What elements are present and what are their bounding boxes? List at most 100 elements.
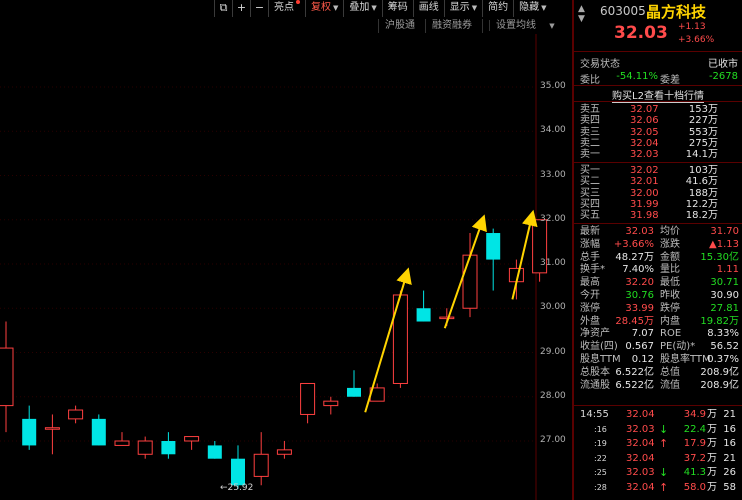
- ask-row[interactable]: 卖三 32.05 553 万: [574, 127, 742, 138]
- bid-volume: 188: [688, 187, 708, 199]
- stat-label: 总值: [660, 366, 680, 378]
- tick-time: :22: [594, 453, 607, 463]
- trade-status-value: 已收市: [708, 59, 738, 70]
- volume-unit: 万: [708, 198, 718, 210]
- candle-body: [253, 453, 269, 477]
- toolbar-display-button[interactable]: 显示 ▼: [443, 0, 482, 17]
- ask-row[interactable]: 卖二 32.04 275 万: [574, 138, 742, 149]
- tick-time: :25: [594, 468, 607, 477]
- bid-row[interactable]: 买二 32.01 41.6 万: [574, 176, 742, 187]
- toolbar-hide-label: 隐藏: [519, 2, 540, 13]
- next-stock-icon[interactable]: ▼: [578, 14, 585, 24]
- bid-row[interactable]: 买五 31.98 18.2 万: [574, 210, 742, 221]
- ask-row[interactable]: 卖四 32.06 227 万: [574, 115, 742, 126]
- stat-row: 股息TTM 0.12 股息率TTM 0.37%: [574, 354, 742, 367]
- stat-value: 8.33%: [707, 328, 739, 340]
- candle[interactable]: [114, 432, 130, 446]
- margin-trading-link[interactable]: 融资融券: [425, 19, 482, 33]
- toolbar-chips-button[interactable]: 筹码: [381, 0, 413, 17]
- candle[interactable]: [392, 290, 408, 388]
- volume-unit: 万: [708, 165, 718, 176]
- stat-value: 0.12: [631, 354, 654, 365]
- tick-price: 32.03: [626, 423, 655, 435]
- candle[interactable]: [44, 414, 60, 455]
- tick-count: 21: [723, 409, 736, 420]
- candle[interactable]: [347, 370, 361, 397]
- candle[interactable]: [323, 396, 339, 415]
- candle-body: [486, 233, 501, 260]
- toolbar-hide-button[interactable]: 隐藏 ▼: [513, 0, 551, 17]
- copy-icon[interactable]: ⧉: [214, 0, 232, 17]
- candle[interactable]: [22, 405, 37, 450]
- stat-label: 最低: [660, 277, 680, 289]
- candle[interactable]: [486, 228, 501, 291]
- toolbar-adjust-button[interactable]: 复权 ▼: [305, 0, 343, 17]
- bid-volume: 18.2: [685, 210, 708, 222]
- stat-value: 30.76: [625, 290, 654, 301]
- candle[interactable]: [276, 441, 292, 459]
- stat-row: 收益(四) 0.567 PE(动)* 56.52: [574, 341, 742, 354]
- bid-level-label: 买一: [580, 165, 600, 176]
- candle[interactable]: [0, 321, 14, 433]
- candle[interactable]: [416, 290, 431, 322]
- ask-row[interactable]: 卖一 32.03 14.1 万: [574, 149, 742, 160]
- candle[interactable]: [207, 441, 222, 459]
- ask-row[interactable]: 卖五 32.07 153 万: [574, 104, 742, 115]
- bid-volume: 12.2: [685, 198, 708, 210]
- candle[interactable]: [161, 432, 176, 459]
- kline-plot[interactable]: [0, 34, 572, 500]
- volume-unit: 万: [707, 452, 717, 464]
- candle[interactable]: [91, 414, 106, 446]
- candle-body: [68, 409, 84, 420]
- stat-value: 7.07: [631, 328, 654, 340]
- stat-value: 30.90: [710, 290, 739, 301]
- ma-settings-button[interactable]: 设置均线 ▼: [482, 19, 565, 33]
- toolbar-overlay-button[interactable]: 叠加 ▼: [343, 0, 381, 17]
- zoom-in-icon[interactable]: +: [232, 0, 250, 17]
- candle[interactable]: [462, 233, 478, 318]
- candle[interactable]: [68, 405, 84, 424]
- ask-price: 32.07: [630, 104, 659, 115]
- price-tick-label: 31.00: [540, 258, 566, 268]
- tick-time: :28: [594, 482, 607, 492]
- toolbar-chips-label: 筹码: [387, 2, 408, 13]
- candle[interactable]: [532, 219, 548, 282]
- candle[interactable]: [253, 432, 269, 486]
- caret-down-icon: ▼: [333, 4, 339, 12]
- prev-stock-icon[interactable]: ▲: [578, 4, 585, 14]
- l2-upgrade-link[interactable]: 购买L2查看十档行情: [574, 87, 742, 103]
- bid-row[interactable]: 买三 32.00 188 万: [574, 188, 742, 199]
- volume-unit: 万: [707, 467, 717, 478]
- caret-down-icon: ▼: [371, 4, 377, 12]
- toolbar-highlights-button[interactable]: 亮点: [268, 0, 305, 17]
- ask-level-label: 卖四: [580, 115, 600, 127]
- tick-price: 32.04: [626, 438, 655, 449]
- volume-unit: 万: [708, 115, 718, 127]
- zoom-out-icon[interactable]: −: [250, 0, 268, 17]
- tick-price: 32.04: [626, 409, 655, 420]
- annotation-arrow[interactable]: [511, 209, 538, 300]
- tick-row: :22 32.04 37.2 万 21: [574, 452, 742, 467]
- bid-row[interactable]: 买四 31.99 12.2 万: [574, 199, 742, 210]
- quote-pane: ▲ ▼ 603005 晶方科技 32.03 +1.13 +3.66% 交易状态 …: [574, 0, 742, 500]
- caret-down-icon: ▼: [547, 22, 555, 30]
- tick-direction-icon: ↑: [659, 480, 669, 494]
- stat-value: 6.522亿: [615, 366, 654, 378]
- tick-direction-icon: ↑: [659, 437, 669, 450]
- weicha-label: 委差: [660, 75, 680, 86]
- candle[interactable]: [137, 436, 153, 459]
- notification-dot-icon: [296, 0, 300, 4]
- candle[interactable]: [300, 382, 316, 424]
- stat-value: +3.66%: [613, 238, 654, 250]
- tick-count: 26: [723, 467, 736, 478]
- tick-volume: 37.2: [683, 452, 706, 464]
- kline-chart-pane[interactable]: ⧉ + − 亮点 复权 ▼ 叠加 ▼ 筹码 画线 显示 ▼ 简约 隐藏 ▼ 沪股通 融资…: [0, 0, 572, 500]
- bid-row[interactable]: 买一 32.02 103 万: [574, 165, 742, 176]
- bid-price: 31.99: [630, 198, 659, 210]
- toolbar-simple-button[interactable]: 简约: [482, 0, 513, 17]
- tick-row: :25 32.03 ↓ 41.3 万 26: [574, 466, 742, 481]
- tick-volume: 22.4: [683, 423, 706, 435]
- candle[interactable]: [184, 436, 200, 450]
- hk-connect-link[interactable]: 沪股通: [378, 19, 425, 33]
- toolbar-draw-button[interactable]: 画线: [412, 0, 444, 17]
